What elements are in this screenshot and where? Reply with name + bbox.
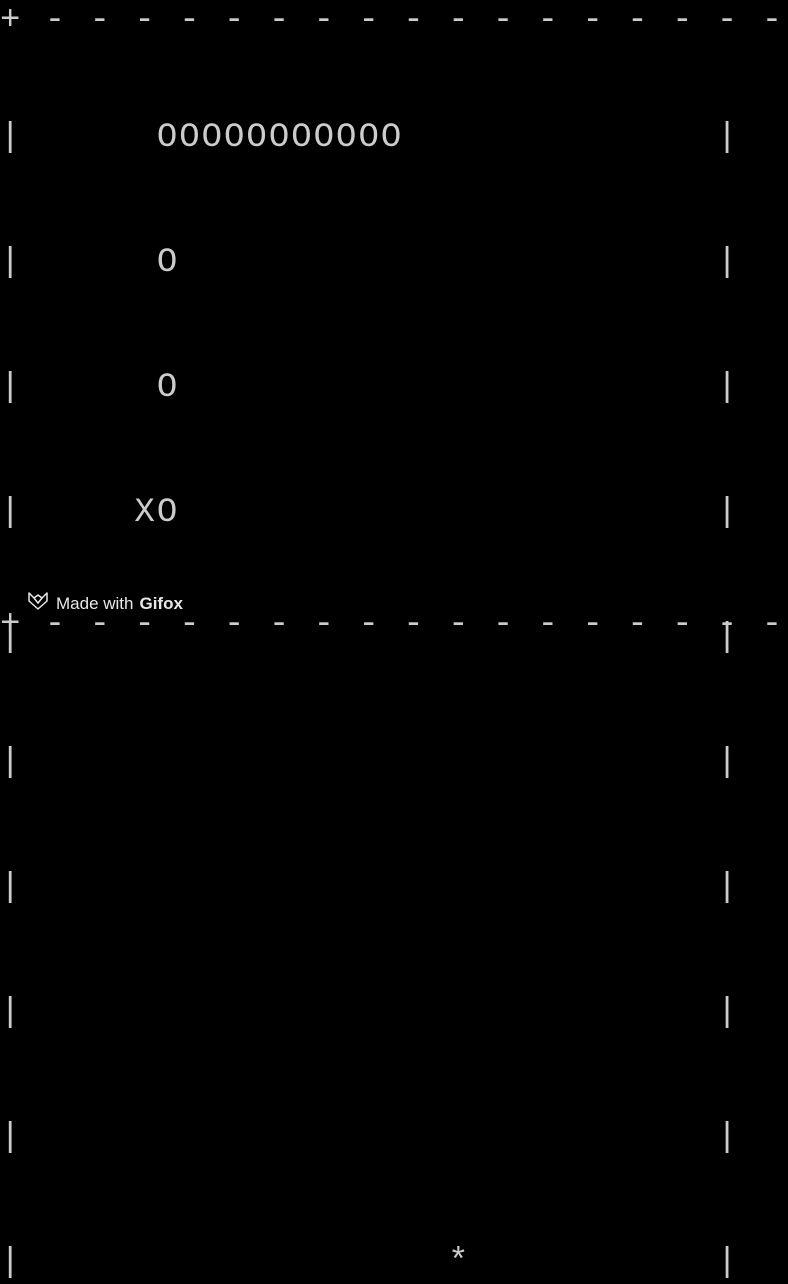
watermark: Made with Gifox bbox=[26, 589, 183, 618]
game-row: | * | bbox=[0, 1235, 788, 1284]
game-rows: | OOOOOOOOOOO | | O | | O | | XO | | | | bbox=[0, 42, 788, 1284]
game-row: | O | bbox=[0, 235, 788, 292]
game-row: | | bbox=[0, 735, 788, 792]
border-top: + - - - - - - - - - - - - - - - - - - - … bbox=[0, 4, 788, 38]
game-row: | OOOOOOOOOOO | bbox=[0, 110, 788, 167]
game-row: | | bbox=[0, 985, 788, 1042]
game-row: | O | bbox=[0, 360, 788, 417]
watermark-brand-text: Gifox bbox=[139, 594, 182, 614]
fox-icon bbox=[26, 589, 50, 618]
watermark-made-text: Made with bbox=[56, 594, 133, 614]
game-row: | | bbox=[0, 1110, 788, 1167]
game-row: | | bbox=[0, 860, 788, 917]
game-board[interactable]: + - - - - - - - - - - - - - - - - - - - … bbox=[0, 0, 788, 642]
game-row: | XO | bbox=[0, 485, 788, 542]
